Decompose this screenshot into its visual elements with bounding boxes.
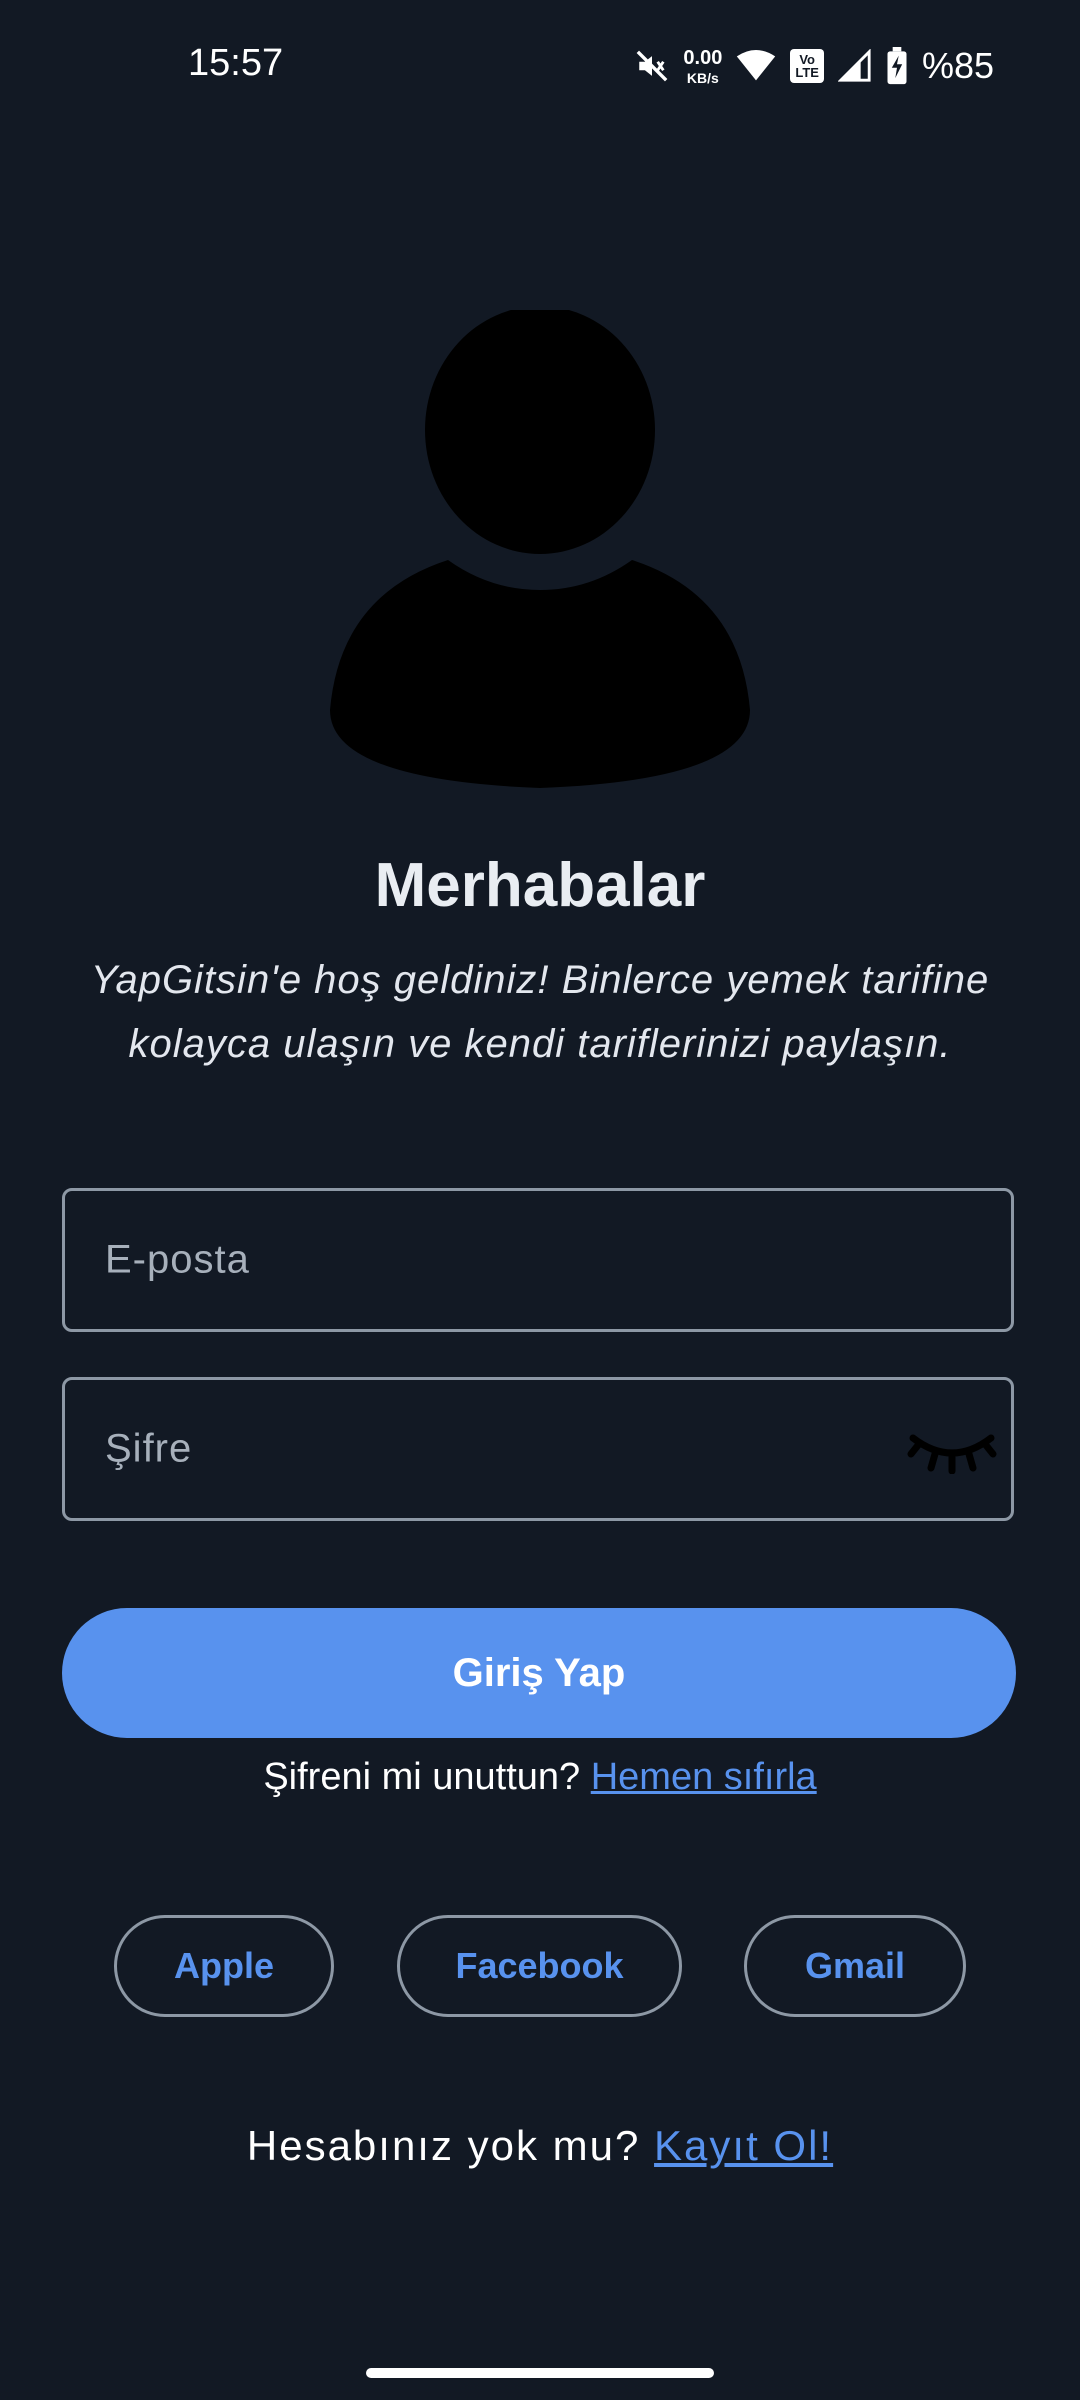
- facebook-login-button[interactable]: Facebook: [397, 1915, 682, 2017]
- apple-login-label: Apple: [173, 1945, 274, 1986]
- status-time: 15:57: [188, 42, 284, 84]
- signup-text: Hesabınız yok mu?: [246, 2122, 655, 2169]
- wifi-icon: [737, 50, 776, 81]
- apple-login-button[interactable]: Apple: [114, 1915, 334, 2017]
- vibrate-off-icon: [637, 50, 668, 82]
- forgot-password-row: Şifreni mi unuttun? Hemen sıfırla: [0, 1756, 1080, 1799]
- email-field[interactable]: E-posta: [62, 1188, 1014, 1332]
- volte-icon: Vo LTE: [790, 49, 824, 83]
- gmail-login-button[interactable]: Gmail: [744, 1915, 966, 2017]
- battery-charging-icon: [887, 47, 907, 85]
- user-avatar-icon: [330, 310, 750, 788]
- net-speed: 0.00 KB/s: [683, 48, 722, 85]
- gmail-login-label: Gmail: [804, 1945, 906, 1986]
- net-speed-value: 0.00: [683, 46, 723, 69]
- email-placeholder: E-posta: [105, 1237, 250, 1282]
- login-button-label: Giriş Yap: [452, 1650, 626, 1695]
- facebook-login-label: Facebook: [455, 1945, 624, 1986]
- login-button[interactable]: Giriş Yap: [62, 1608, 1016, 1738]
- password-placeholder: Şifre: [105, 1426, 193, 1471]
- password-field[interactable]: Şifre: [62, 1377, 1014, 1521]
- battery-percent: %85: [921, 45, 994, 86]
- forgot-password-text: Şifreni mi unuttun?: [263, 1756, 591, 1798]
- signup-link[interactable]: Kayıt Ol!: [654, 2122, 833, 2169]
- reset-password-link[interactable]: Hemen sıfırla: [591, 1756, 817, 1798]
- welcome-subtitle: YapGitsin'e hoş geldiniz! Binlerce yemek…: [90, 958, 990, 1066]
- signup-row: Hesabınız yok mu? Kayıt Ol!: [0, 2122, 1080, 2170]
- volte-line2: LTE: [795, 65, 819, 80]
- cell-signal-icon: [837, 49, 871, 82]
- status-icons: 0.00 KB/s Vo LTE %85: [635, 44, 994, 88]
- net-speed-unit: KB/s: [686, 69, 719, 86]
- eye-closed-icon[interactable]: [907, 1424, 997, 1474]
- home-indicator[interactable]: [366, 2368, 714, 2378]
- welcome-title: Merhabalar: [374, 851, 706, 920]
